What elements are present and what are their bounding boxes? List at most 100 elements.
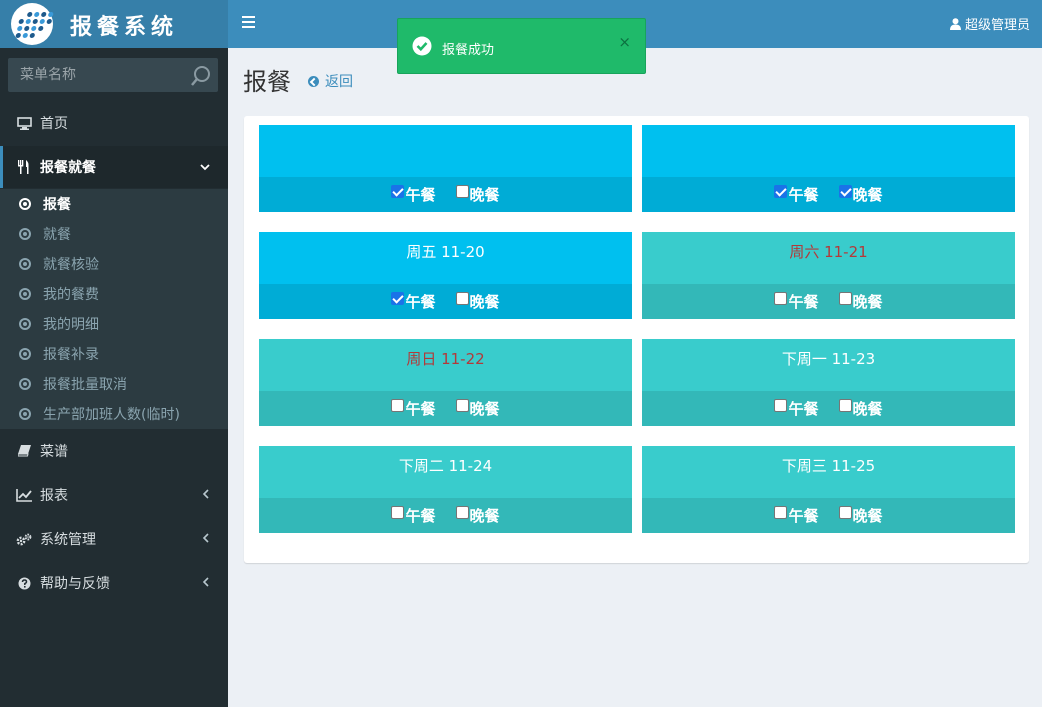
lunch-checkbox[interactable]: 午餐 bbox=[391, 184, 436, 205]
card-options: 午餐 晚餐 bbox=[642, 284, 1015, 319]
sidebar-item-help[interactable]: 帮助与反馈 bbox=[0, 563, 228, 603]
lunch-label: 午餐 bbox=[788, 400, 819, 418]
user-icon bbox=[949, 17, 961, 30]
checkbox-unchecked[interactable] bbox=[455, 185, 469, 198]
circle-icon bbox=[19, 228, 31, 240]
dinner-label: 晚餐 bbox=[469, 507, 500, 525]
submenu-label: 我的明细 bbox=[43, 317, 99, 333]
lunch-label: 午餐 bbox=[405, 400, 436, 418]
back-link[interactable]: 返回 bbox=[308, 71, 353, 91]
dinner-checkbox[interactable]: 晚餐 bbox=[838, 291, 883, 312]
submenu-label: 报餐补录 bbox=[43, 347, 99, 363]
dinner-label: 晚餐 bbox=[852, 186, 883, 204]
submenu-item-fees[interactable]: 我的餐费 bbox=[0, 279, 228, 309]
submenu-item-verify[interactable]: 就餐核验 bbox=[0, 249, 228, 279]
dinner-checkbox[interactable]: 晚餐 bbox=[455, 398, 500, 419]
card-date: 下周一 11-23 bbox=[642, 339, 1015, 391]
sidebar-item-system[interactable]: 系统管理 bbox=[0, 519, 228, 559]
dinner-label: 晚餐 bbox=[852, 400, 883, 418]
sidebar-item-label: 菜谱 bbox=[40, 444, 68, 460]
dinner-checkbox[interactable]: 晚餐 bbox=[838, 398, 883, 419]
sidebar-item-reports[interactable]: 报表 bbox=[0, 475, 228, 515]
lunch-checkbox[interactable]: 午餐 bbox=[391, 398, 436, 419]
lunch-label: 午餐 bbox=[405, 507, 436, 525]
dinner-label: 晚餐 bbox=[852, 293, 883, 311]
lunch-checkbox[interactable]: 午餐 bbox=[774, 291, 819, 312]
sidebar-item-label: 系统管理 bbox=[40, 532, 96, 548]
dinner-checkbox[interactable]: 晚餐 bbox=[455, 184, 500, 205]
menu-toggle-icon[interactable] bbox=[242, 16, 255, 31]
meal-card: 下周三 11-25 午餐 晚餐 bbox=[642, 446, 1015, 533]
search-icon[interactable] bbox=[190, 65, 212, 91]
submenu-item-overtime[interactable]: 生产部加班人数(临时) bbox=[0, 399, 228, 429]
submenu-item-details[interactable]: 我的明细 bbox=[0, 309, 228, 339]
card-date: 下周二 11-24 bbox=[259, 446, 632, 498]
submenu-item-order[interactable]: 报餐 bbox=[0, 189, 228, 219]
checkbox-unchecked[interactable] bbox=[391, 506, 405, 519]
dinner-checkbox[interactable]: 晚餐 bbox=[838, 505, 883, 526]
close-icon[interactable]: × bbox=[618, 33, 631, 51]
checkbox-checked[interactable] bbox=[838, 185, 852, 198]
card-date: 周六 11-21 bbox=[642, 232, 1015, 284]
checkbox-unchecked[interactable] bbox=[774, 506, 788, 519]
chevron-left-icon bbox=[202, 488, 210, 502]
lunch-checkbox[interactable]: 午餐 bbox=[774, 398, 819, 419]
logo-icon bbox=[11, 3, 54, 45]
checkbox-unchecked[interactable] bbox=[391, 399, 405, 412]
lunch-checkbox[interactable]: 午餐 bbox=[774, 505, 819, 526]
circle-icon bbox=[19, 378, 31, 390]
checkbox-unchecked[interactable] bbox=[774, 292, 788, 305]
dinner-checkbox[interactable]: 晚餐 bbox=[455, 505, 500, 526]
sidebar-item-home[interactable]: 首页 bbox=[0, 103, 228, 143]
card-options: 午餐 晚餐 bbox=[642, 177, 1015, 212]
card-options: 午餐 晚餐 bbox=[259, 391, 632, 426]
submenu-item-supplement[interactable]: 报餐补录 bbox=[0, 339, 228, 369]
lunch-checkbox[interactable]: 午餐 bbox=[391, 505, 436, 526]
dinner-label: 晚餐 bbox=[469, 400, 500, 418]
logo-bar[interactable]: 报餐系统 bbox=[0, 0, 228, 48]
checkbox-unchecked[interactable] bbox=[455, 292, 469, 305]
sidebar-item-label: 首页 bbox=[40, 116, 68, 132]
submenu-item-dine[interactable]: 就餐 bbox=[0, 219, 228, 249]
card-date: 下周三 11-25 bbox=[642, 446, 1015, 498]
checkbox-unchecked[interactable] bbox=[838, 506, 852, 519]
sidebar-item-meal[interactable]: 报餐就餐 bbox=[0, 146, 228, 188]
lunch-label: 午餐 bbox=[788, 186, 819, 204]
checkbox-unchecked[interactable] bbox=[455, 399, 469, 412]
monitor-icon bbox=[16, 116, 32, 130]
dinner-label: 晚餐 bbox=[852, 507, 883, 525]
submenu-meal: 报餐 就餐 就餐核验 我的餐费 我的明细 报餐补录 报餐批量取消 生产部加班人数… bbox=[0, 189, 228, 429]
lunch-checkbox[interactable]: 午餐 bbox=[391, 291, 436, 312]
checkbox-unchecked[interactable] bbox=[838, 292, 852, 305]
dinner-label: 晚餐 bbox=[469, 293, 500, 311]
app-title: 报餐系统 bbox=[70, 14, 179, 40]
toast-message: 报餐成功 bbox=[442, 43, 495, 58]
card-options: 午餐 晚餐 bbox=[259, 498, 632, 533]
sidebar-item-label: 帮助与反馈 bbox=[40, 576, 110, 592]
check-circle-icon bbox=[412, 36, 432, 56]
lunch-label: 午餐 bbox=[788, 293, 819, 311]
dinner-checkbox[interactable]: 晚餐 bbox=[838, 184, 883, 205]
checkbox-unchecked[interactable] bbox=[838, 399, 852, 412]
meal-card: 下周一 11-23 午餐 晚餐 bbox=[642, 339, 1015, 426]
checkbox-checked[interactable] bbox=[391, 292, 405, 305]
circle-icon bbox=[19, 198, 31, 210]
card-date bbox=[642, 125, 1015, 177]
sidebar: 报餐系统 首页 报餐就餐 报餐 就餐 就餐核验 我的餐费 我的明细 报餐补录 报… bbox=[0, 0, 228, 707]
lunch-checkbox[interactable]: 午餐 bbox=[774, 184, 819, 205]
card-options: 午餐 晚餐 bbox=[259, 177, 632, 212]
submenu-label: 就餐核验 bbox=[43, 257, 99, 273]
checkbox-unchecked[interactable] bbox=[774, 399, 788, 412]
card-date bbox=[259, 125, 632, 177]
search-input[interactable] bbox=[8, 58, 190, 92]
checkbox-checked[interactable] bbox=[774, 185, 788, 198]
lunch-label: 午餐 bbox=[405, 293, 436, 311]
arrow-circle-left-icon bbox=[308, 75, 319, 87]
user-menu[interactable]: 超级管理员 bbox=[949, 14, 1030, 33]
lunch-label: 午餐 bbox=[788, 507, 819, 525]
dinner-checkbox[interactable]: 晚餐 bbox=[455, 291, 500, 312]
checkbox-unchecked[interactable] bbox=[455, 506, 469, 519]
submenu-item-batch-cancel[interactable]: 报餐批量取消 bbox=[0, 369, 228, 399]
checkbox-checked[interactable] bbox=[391, 185, 405, 198]
sidebar-item-recipes[interactable]: 菜谱 bbox=[0, 431, 228, 471]
